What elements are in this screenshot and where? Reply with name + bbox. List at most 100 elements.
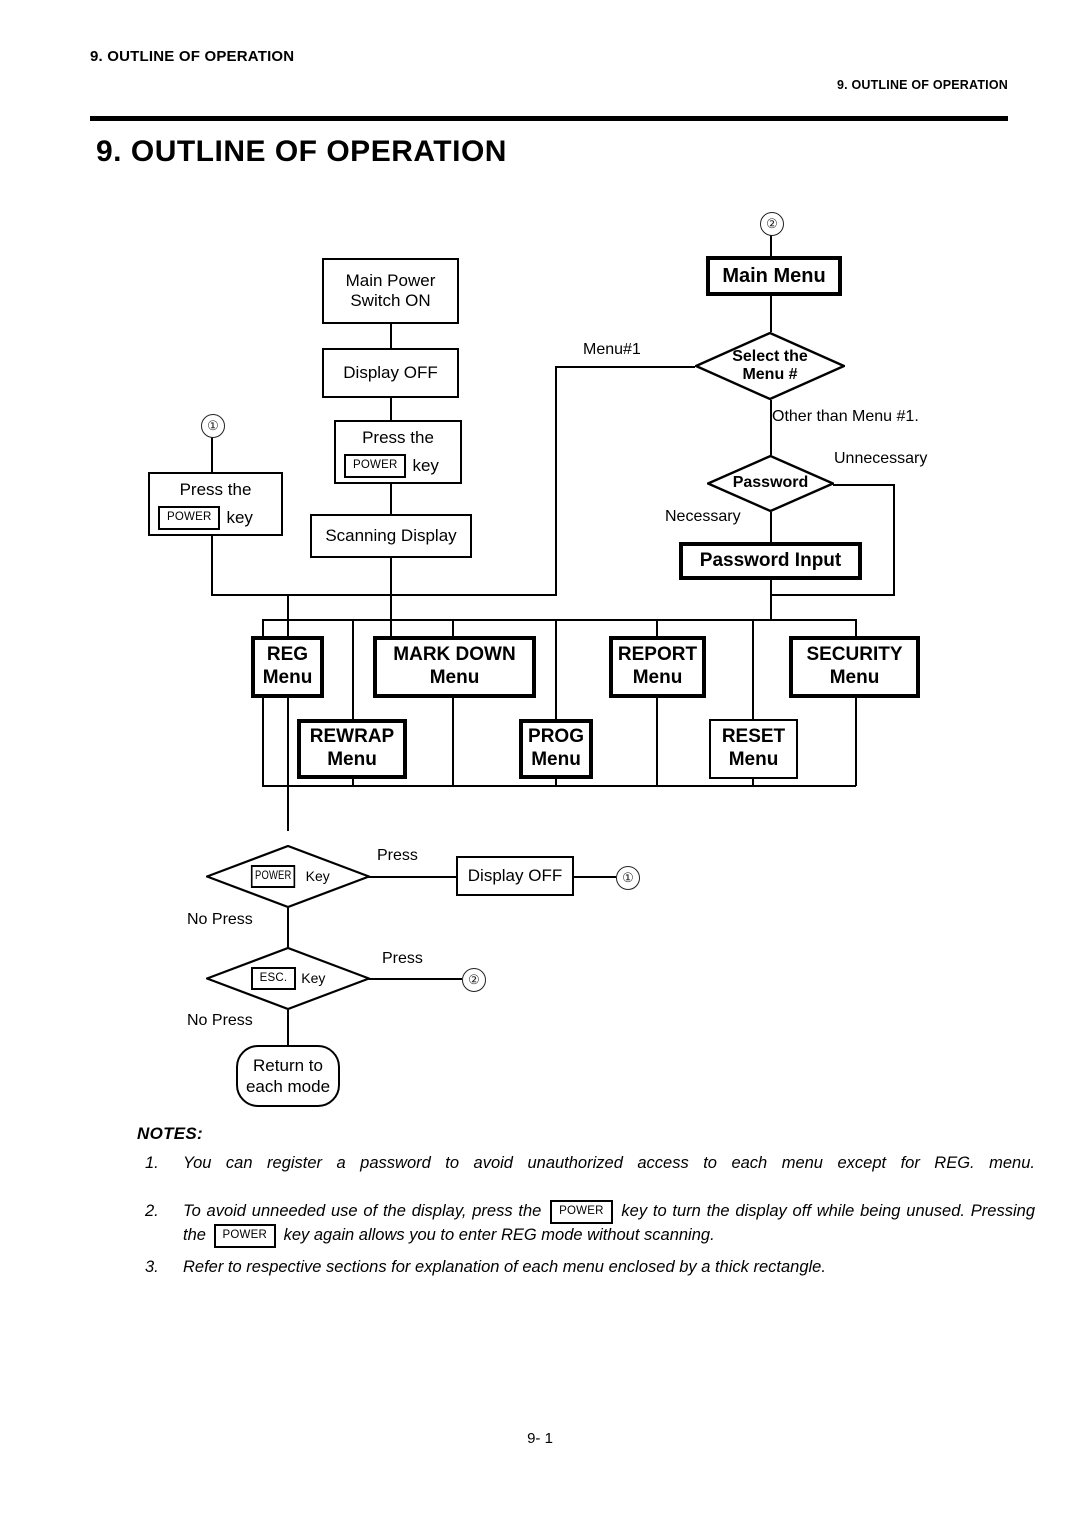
menu-sub-reset: Menu [728,749,779,770]
menu-name-mark-down: MARK DOWN [393,644,516,666]
menu-sub-report: Menu [632,667,683,688]
menu-name-reset: RESET [721,726,786,748]
esc-key-word: Key [301,970,326,987]
power-key-icon-note2a: POWER [550,1200,613,1224]
menu-name-security: SECURITY [806,644,903,666]
edge-reset-to-collector [752,779,754,787]
diamond-password: Password [707,455,834,512]
label-no-press-power: No Press [187,911,253,928]
edge-presspowerleft-down [211,536,213,595]
terminator-return-to-each-mode: Return to each mode [236,1045,340,1107]
note-1-number: 1. [145,1154,159,1172]
box-press-power-key-left: Press the POWER key [148,472,283,536]
edge-conn1-to-presspower-left [211,436,213,472]
menu-box-reg[interactable]: REG Menu [251,636,324,698]
edge-bus-to-reset [752,619,754,725]
menu-box-security[interactable]: SECURITY Menu [789,636,920,698]
key-word-center: key [412,455,439,475]
note-1-text: You can register a password to avoid una… [183,1154,1035,1172]
press-the-label-center: Press the [362,428,434,447]
power-key-icon-left: POWER [158,506,221,530]
label-unnecessary: Unnecessary [834,450,928,467]
main-power-line2: Switch ON [350,291,431,310]
edge-select-menu1-h [555,366,695,368]
edge-displayoff-to-conn1 [574,876,616,878]
edge-displayoff-to-presspower [390,398,392,420]
press-the-label-left: Press the [179,480,252,499]
edge-mainpower-to-displayoff [390,324,392,348]
edge-bus-to-rewrap [352,619,354,725]
select-menu-line1: Select the [732,347,808,365]
label-no-press-esc: No Press [187,1012,253,1029]
esc-key-icon-diamond: ESC. [250,966,297,991]
power-key-icon-note2b: POWER [213,1224,276,1248]
note-2-number: 2. [145,1202,159,1220]
menu-box-mark-down[interactable]: MARK DOWN Menu [373,636,536,698]
box-scanning-display: Scanning Display [310,514,472,558]
connector-two-right: ② [462,968,486,992]
edge-esckey-nopress [287,1010,289,1046]
power-key-word: Key [305,868,330,885]
document-page: 9. OUTLINE OF OPERATION 9. OUTLINE OF OP… [0,0,1080,1528]
return-line1: Return to [253,1055,323,1075]
menu-sub-prog: Menu [531,749,581,770]
note-item-1: 1. You can register a password to avoid … [145,1152,1035,1176]
note-item-2: 2. To avoid unneeded use of the display,… [145,1200,1035,1248]
return-line2: each mode [245,1077,331,1096]
power-key-icon-diamond: POWER [251,864,296,889]
page-number: 9- 1 [527,1430,553,1447]
edge-password-to-input [770,512,772,542]
box-password-input: Password Input [679,542,862,580]
edge-password-unnecessary-v [893,484,895,596]
edge-conn2-to-main-menu [770,234,772,256]
connector-one-right: ① [616,866,640,890]
note-3-text: Refer to respective sections for explana… [183,1258,826,1276]
box-display-off-bottom: Display OFF [456,856,574,896]
power-key-icon-center: POWER [344,454,407,478]
edge-select-menu1-v [555,366,557,595]
menu-name-prog: PROG [528,726,584,748]
connector-one-left: ① [201,414,225,438]
edge-presspower-to-scanning [390,484,392,514]
menu-box-prog[interactable]: PROG Menu [519,719,593,779]
menu-box-report[interactable]: REPORT Menu [609,636,706,698]
edge-bus-to-prog [555,619,557,725]
main-power-line1: Main Power [345,270,436,290]
label-press-esc: Press [382,950,423,967]
menu-name-rewrap: REWRAP [309,726,395,748]
edge-mainmenu-to-select [770,296,772,332]
diamond-esc-key: ESC. Key [206,947,370,1010]
menu-sub-security: Menu [829,667,880,688]
diamond-power-key: POWER Key [206,845,370,908]
menu-sub-reg: Menu [262,667,313,688]
edge-prog-to-collector [555,779,557,787]
edge-unnecessary-rejoin [770,594,895,596]
label-menu-1: Menu#1 [583,341,641,358]
box-main-menu: Main Menu [706,256,842,296]
edge-rewrap-to-collector [352,779,354,787]
note-2-part3: key again allows you to enter REG mode w… [283,1226,715,1245]
note-3-number: 3. [145,1258,159,1276]
notes-heading: NOTES: [137,1124,204,1143]
menu-box-reset[interactable]: RESET Menu [709,719,798,779]
box-display-off-top: Display OFF [322,348,459,398]
operation-flowchart: ② ① ① ② Main Power Switch ON Display OFF… [0,0,1080,1140]
label-other-than-menu-1: Other than Menu #1. [772,408,919,425]
edge-password-unnecessary-h [833,484,895,486]
label-press-power: Press [377,847,418,864]
note-item-3: 3. Refer to respective sections for expl… [145,1256,1035,1280]
diamond-select-menu-number: Select the Menu # [695,332,845,400]
note-2-part1: To avoid unneeded use of the display, pr… [183,1202,542,1221]
edge-bus-to-reg [287,594,289,636]
box-main-power-switch-on: Main Power Switch ON [322,258,459,324]
menu-box-rewrap[interactable]: REWRAP Menu [297,719,407,779]
menu-name-reg: REG [266,644,309,666]
edge-passwordinput-down [770,580,772,620]
menu-sub-rewrap: Menu [327,749,377,770]
select-menu-line2: Menu # [742,366,798,383]
box-press-power-key-center: Press the POWER key [334,420,462,484]
connector-two-top: ② [760,212,784,236]
menu-name-report: REPORT [617,644,698,666]
key-word-left: key [226,507,253,527]
password-label: Password [732,474,809,492]
